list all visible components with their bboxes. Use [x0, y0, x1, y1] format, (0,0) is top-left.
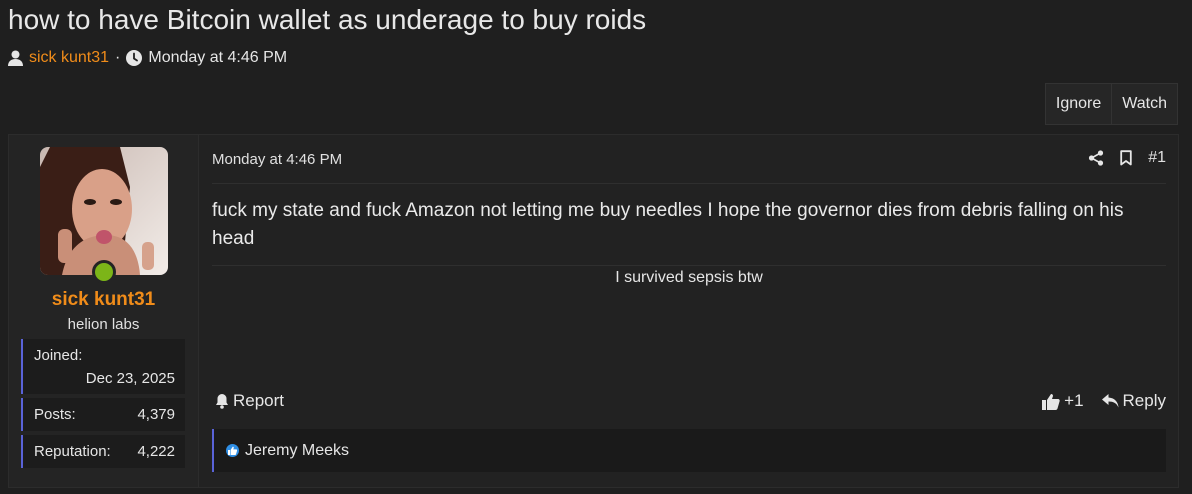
joined-label: Joined: — [34, 347, 83, 364]
reputation-value[interactable]: 4,222 — [137, 443, 175, 460]
reply-label: Reply — [1122, 391, 1166, 410]
posts-value[interactable]: 4,379 — [137, 406, 175, 423]
avatar[interactable] — [40, 147, 168, 275]
online-status-dot — [92, 260, 116, 284]
like-count: +1 — [1064, 391, 1084, 410]
reputation-label: Reputation: — [34, 443, 111, 460]
reaction-user-link[interactable]: Jeremy Meeks — [245, 442, 349, 460]
message-panel: Monday at 4:46 PM #1 fuck my state and f… — [199, 135, 1178, 487]
thread-meta: sick kunt31 · Monday at 4:46 PM — [8, 49, 287, 67]
user-title: helion labs — [67, 316, 140, 333]
meta-separator: · — [115, 49, 121, 66]
bookmark-icon[interactable] — [1120, 150, 1132, 166]
user-info-panel: sick kunt31 helion labs Joined: Dec 23, … — [9, 135, 199, 487]
share-icon[interactable] — [1088, 150, 1104, 166]
reply-button[interactable]: Reply — [1101, 391, 1166, 411]
thread-date[interactable]: Monday at 4:46 PM — [148, 49, 287, 67]
post-body: fuck my state and fuck Amazon not lettin… — [212, 200, 1124, 249]
post-date[interactable]: Monday at 4:46 PM — [212, 151, 342, 168]
bell-icon — [215, 393, 229, 409]
thumbs-up-icon — [1042, 393, 1060, 410]
signature-divider — [212, 265, 1166, 266]
posts-label: Posts: — [34, 406, 76, 423]
report-label: Report — [233, 391, 285, 410]
stat-joined: Joined: Dec 23, 2025 — [21, 339, 185, 394]
post-tools: #1 — [1088, 149, 1166, 167]
ignore-button[interactable]: Ignore — [1046, 84, 1111, 124]
stat-posts: Posts: 4,379 — [21, 398, 185, 431]
post-footer-actions: +1 Reply — [1042, 391, 1166, 411]
divider — [212, 183, 1166, 184]
thread-title: how to have Bitcoin wallet as underage t… — [8, 4, 647, 35]
stat-reputation: Reputation: 4,222 — [21, 435, 185, 468]
post-number-link[interactable]: #1 — [1148, 149, 1166, 167]
post: sick kunt31 helion labs Joined: Dec 23, … — [8, 134, 1179, 488]
user-icon — [8, 50, 23, 66]
watch-button[interactable]: Watch — [1111, 84, 1177, 124]
like-badge-icon — [226, 444, 239, 457]
reply-icon — [1101, 394, 1119, 408]
reactions-bar: Jeremy Meeks — [212, 429, 1166, 472]
like-button[interactable]: +1 — [1042, 391, 1084, 411]
thread-author-link[interactable]: sick kunt31 — [29, 49, 109, 67]
clock-icon — [126, 50, 143, 66]
joined-value: Dec 23, 2025 — [85, 370, 175, 387]
signature: I survived sepsis btw — [615, 269, 763, 286]
thread-actions: Ignore Watch — [1044, 83, 1178, 125]
username-link[interactable]: sick kunt31 — [9, 289, 198, 311]
report-button[interactable]: Report — [215, 391, 284, 411]
